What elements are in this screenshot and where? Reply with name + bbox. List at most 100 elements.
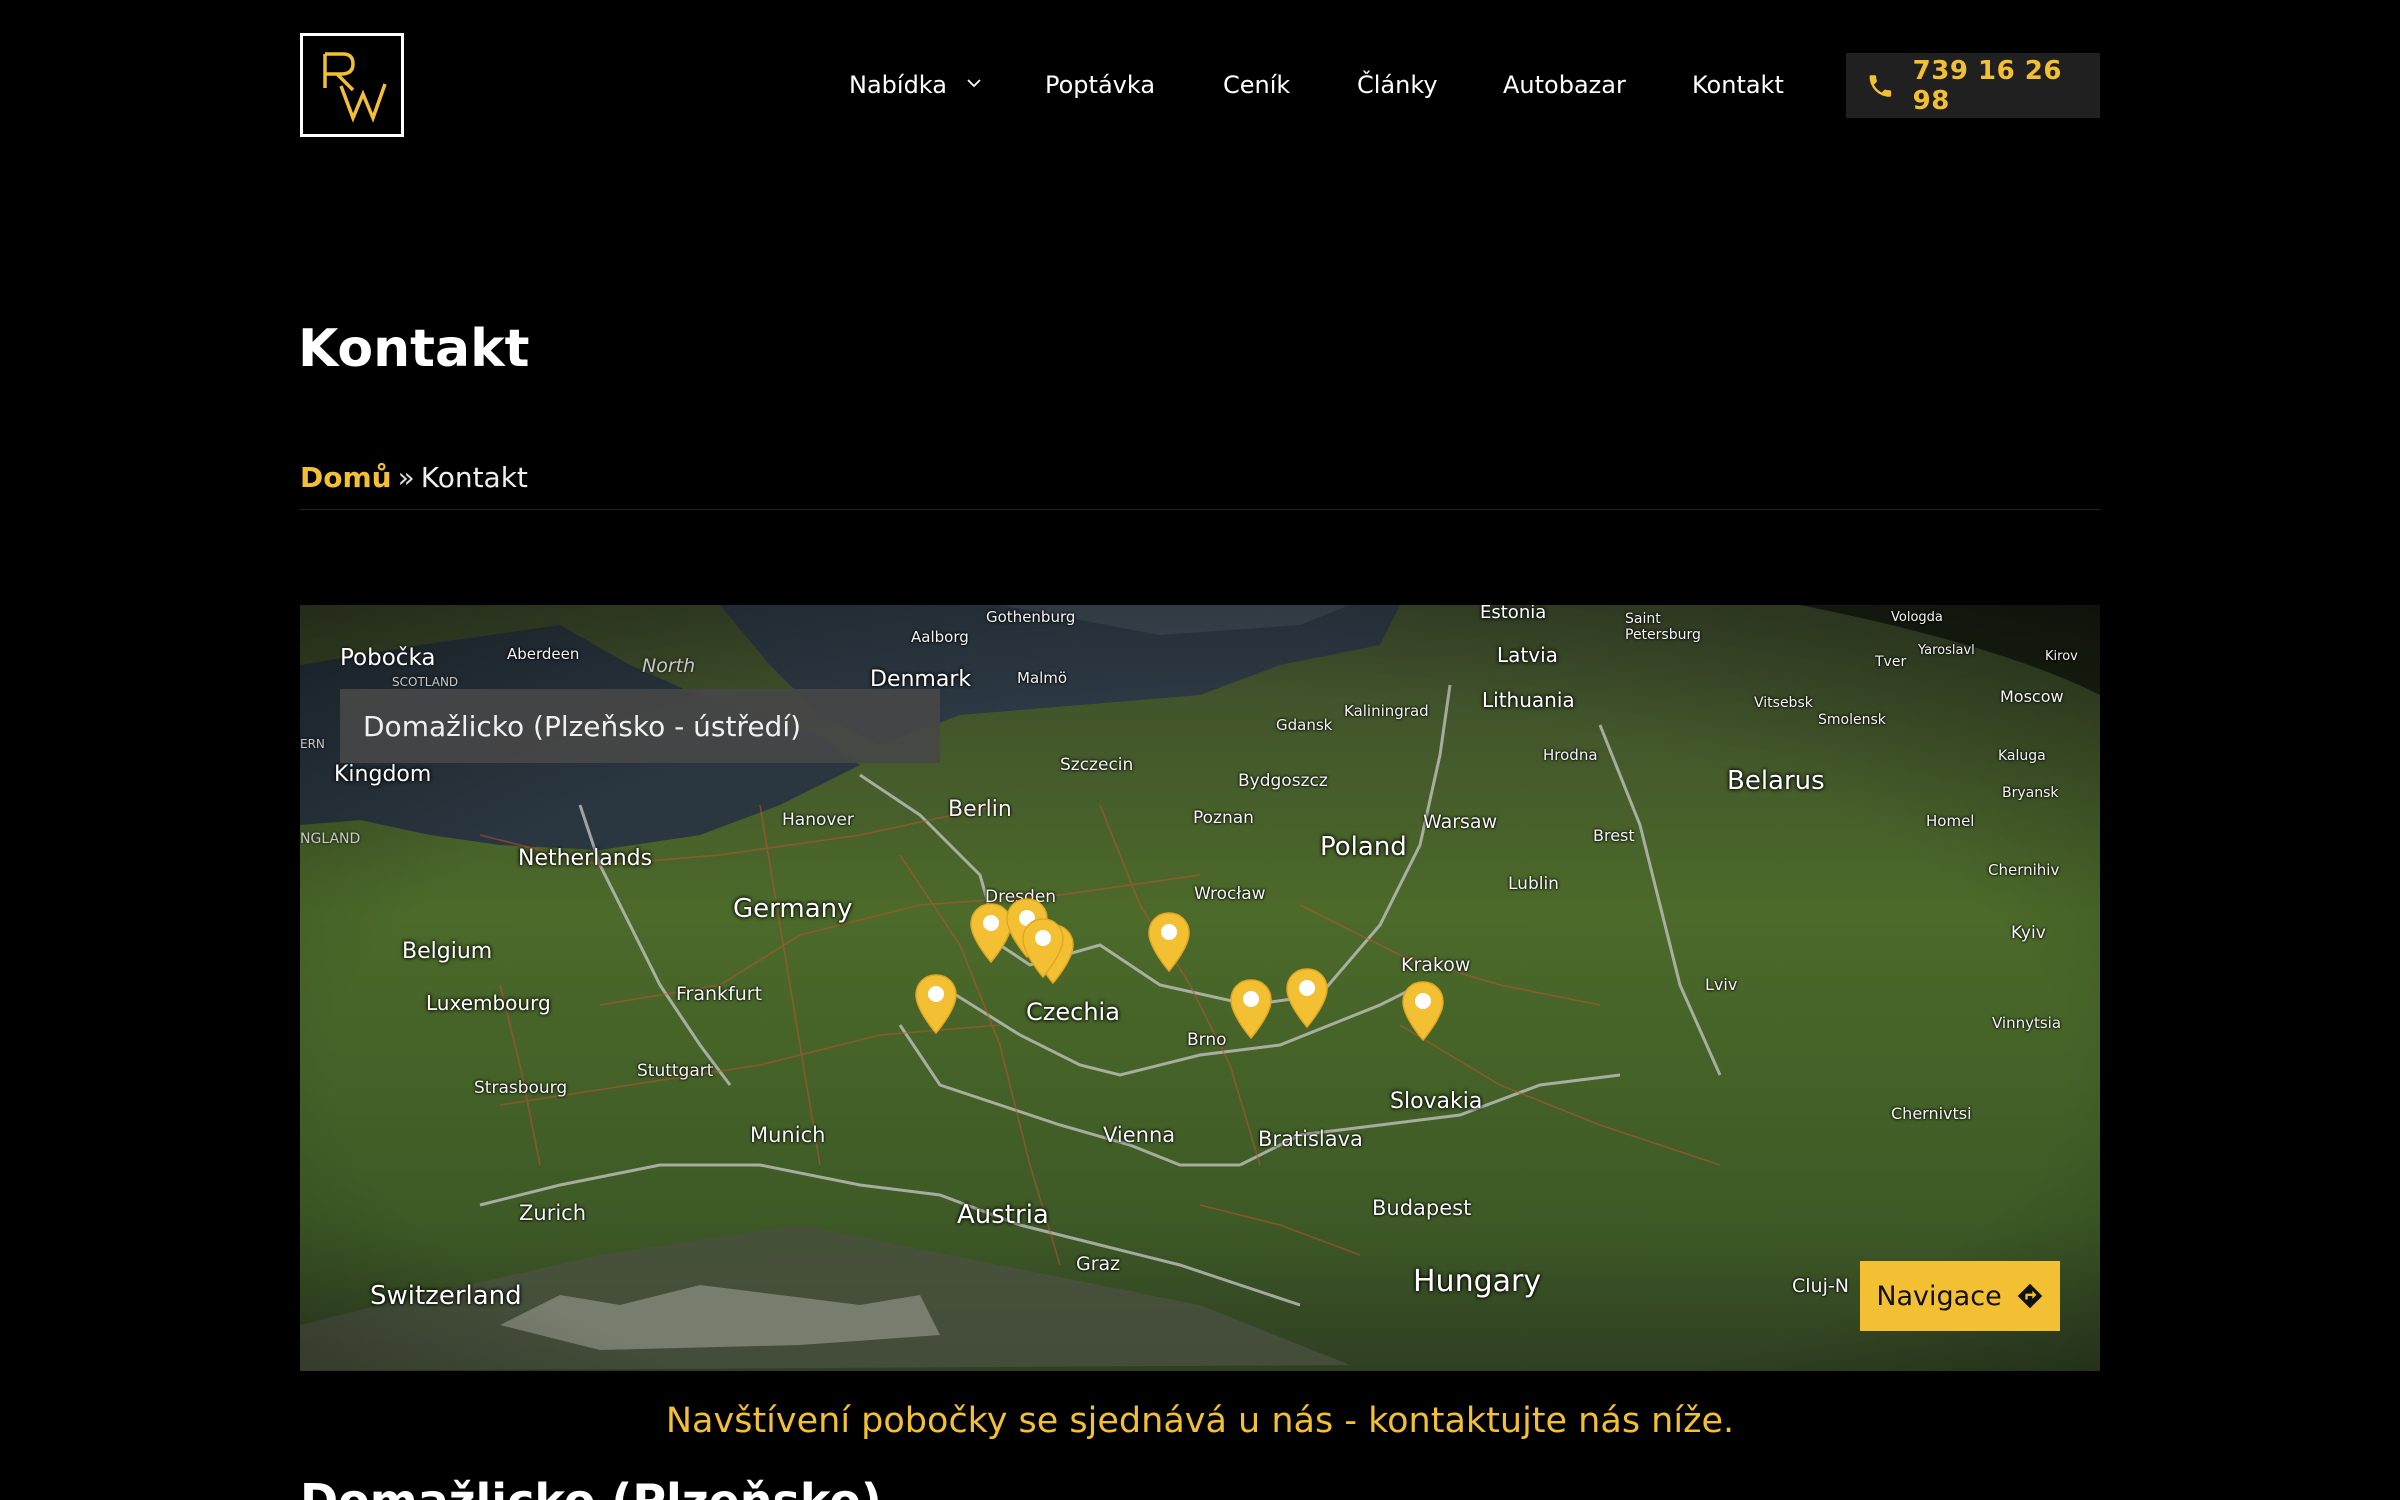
map-label-region: ERN [300,737,325,751]
map-label-city: Strasbourg [474,1078,568,1098]
branch-map[interactable]: Kingdom Netherlands Germany Belgium Luxe… [300,605,2100,1371]
map-label-country: Switzerland [370,1281,522,1311]
breadcrumb-current: Kontakt [420,461,528,494]
map-label-city: Stuttgart [637,1061,714,1081]
map-label-city: Smolensk [1818,712,1886,728]
map-label-country: Germany [733,894,853,924]
nav-item-cenik[interactable]: Ceník [1223,70,1290,100]
map-label-country: Luxembourg [426,991,551,1015]
breadcrumb-home-link[interactable]: Domů [300,461,392,494]
map-label-country: Lithuania [1482,688,1575,712]
map-label-country: Estonia [1480,605,1547,623]
map-label-city: Kyiv [2011,923,2046,943]
map-label-city: Kaluga [1998,748,2046,764]
map-label-city: Vienna [1103,1123,1176,1147]
map-label-city: Cluj-N [1792,1275,1849,1297]
map-label-city: Vitsebsk [1754,695,1813,711]
map-pin-icon [1148,912,1190,973]
map-label-city: Tver [1875,654,1907,670]
map-label-city: Aberdeen [507,645,580,663]
map-label-country: Netherlands [518,846,653,871]
map-pin-icon [1230,979,1272,1040]
map-label-city: Malmö [1017,669,1068,687]
map-label-city: Lviv [1705,975,1738,994]
nav-item-autobazar[interactable]: Autobazar [1503,70,1626,100]
map-label-country: Belgium [402,939,493,964]
branch-pin[interactable] [1228,978,1274,1040]
section-heading-cutoff: Domažlicko (Plzeňsko) [300,1478,900,1500]
phone-number: 739 16 26 98 [1912,55,2062,116]
breadcrumb-separator: » [397,461,415,494]
map-label-city: Berlin [948,797,1012,822]
map-label-city: Bratislava [1258,1127,1363,1151]
map-label-city: Graz [1076,1253,1121,1275]
branch-select-label: Pobočka [340,645,436,671]
map-label-city: Gdansk [1276,716,1333,734]
map-label-country: Poland [1320,832,1407,862]
nav-item-nabidka[interactable]: Nabídka [849,70,981,100]
page-title: Kontakt [298,319,530,379]
map-label-city: Kirov [2045,649,2078,664]
branch-pin[interactable] [1146,911,1192,973]
map-label-city: Saint Petersburg [1625,611,1701,643]
navigation-button[interactable]: Navigace [1860,1261,2060,1331]
map-label-city: Zurich [519,1201,587,1225]
map-label-sea: North [642,655,696,677]
phone-icon [1869,74,1892,97]
map-label-city: Poznan [1193,808,1254,828]
nav-item-clanky[interactable]: Články [1357,70,1438,100]
map-label-region: NGLAND [300,831,361,847]
map-pin-icon [1402,981,1444,1042]
map-label-city: Aalborg [911,628,969,646]
divider [300,509,2100,510]
map-label-city: Homel [1926,812,1975,830]
map-label-city: Wrocław [1194,884,1266,904]
map-pin-icon [915,974,957,1035]
branch-pin[interactable] [913,973,959,1035]
map-label-city: Budapest [1372,1196,1472,1220]
map-label-city: Yaroslavl [1918,643,1975,658]
map-label-country: Czechia [1026,998,1120,1026]
map-label-city: Gothenburg [986,608,1076,626]
navigation-button-label: Navigace [1876,1280,2002,1312]
map-label-city: Hrodna [1543,746,1598,764]
chevron-down-icon [966,79,981,88]
section-heading: Domažlicko (Plzeňsko) [300,1478,900,1500]
map-pin-icon [1286,968,1328,1029]
map-label-country: Belarus [1727,766,1825,796]
map-label-city: Chernihiv [1988,861,2060,879]
phone-button[interactable]: 739 16 26 98 [1846,53,2100,118]
map-label-city: Frankfurt [676,983,763,1005]
branch-select[interactable]: Domažlicko (Plzeňsko - ústředí) [340,689,940,763]
map-label-country: Latvia [1497,643,1558,667]
map-label-city: Lublin [1508,874,1559,894]
branch-select-value: Domažlicko (Plzeňsko - ústředí) [363,709,802,743]
map-label-city: Bydgoszcz [1238,771,1328,791]
branch-pin[interactable] [1020,917,1066,979]
nav-item-poptavka[interactable]: Poptávka [1045,70,1155,100]
map-label-country: Hungary [1413,1264,1542,1299]
map-label-region: SCOTLAND [392,675,459,689]
map-label-country: Austria [957,1200,1049,1230]
branch-pin[interactable] [1400,980,1446,1042]
map-label-city: Vinnytsia [1992,1014,2062,1032]
map-label-city: Brno [1187,1030,1227,1050]
breadcrumb: Domů» Kontakt [300,460,528,496]
map-pin-icon [1022,918,1064,979]
map-label-city: Szczecin [1060,755,1134,775]
map-label-city: Vologda [1891,610,1943,625]
map-label-city: Moscow [2000,687,2064,706]
map-label-country: Slovakia [1390,1089,1483,1114]
directions-icon [2017,1283,2042,1309]
map-label-city: Munich [750,1123,826,1147]
map-label-city: Hanover [782,810,854,830]
map-label-city: Brest [1593,826,1635,845]
map-label-city: Kaliningrad [1344,702,1429,720]
nav-item-kontakt[interactable]: Kontakt [1692,70,1784,100]
visit-notice: Navštívení pobočky se sjednává u nás - k… [665,1401,1735,1441]
map-label-country: Kingdom [334,762,432,787]
map-label-city: Chernivtsi [1891,1104,1972,1123]
branch-pin[interactable] [1284,967,1330,1029]
map-label-city: Warsaw [1423,811,1498,833]
map-label-city: Krakow [1401,954,1471,976]
